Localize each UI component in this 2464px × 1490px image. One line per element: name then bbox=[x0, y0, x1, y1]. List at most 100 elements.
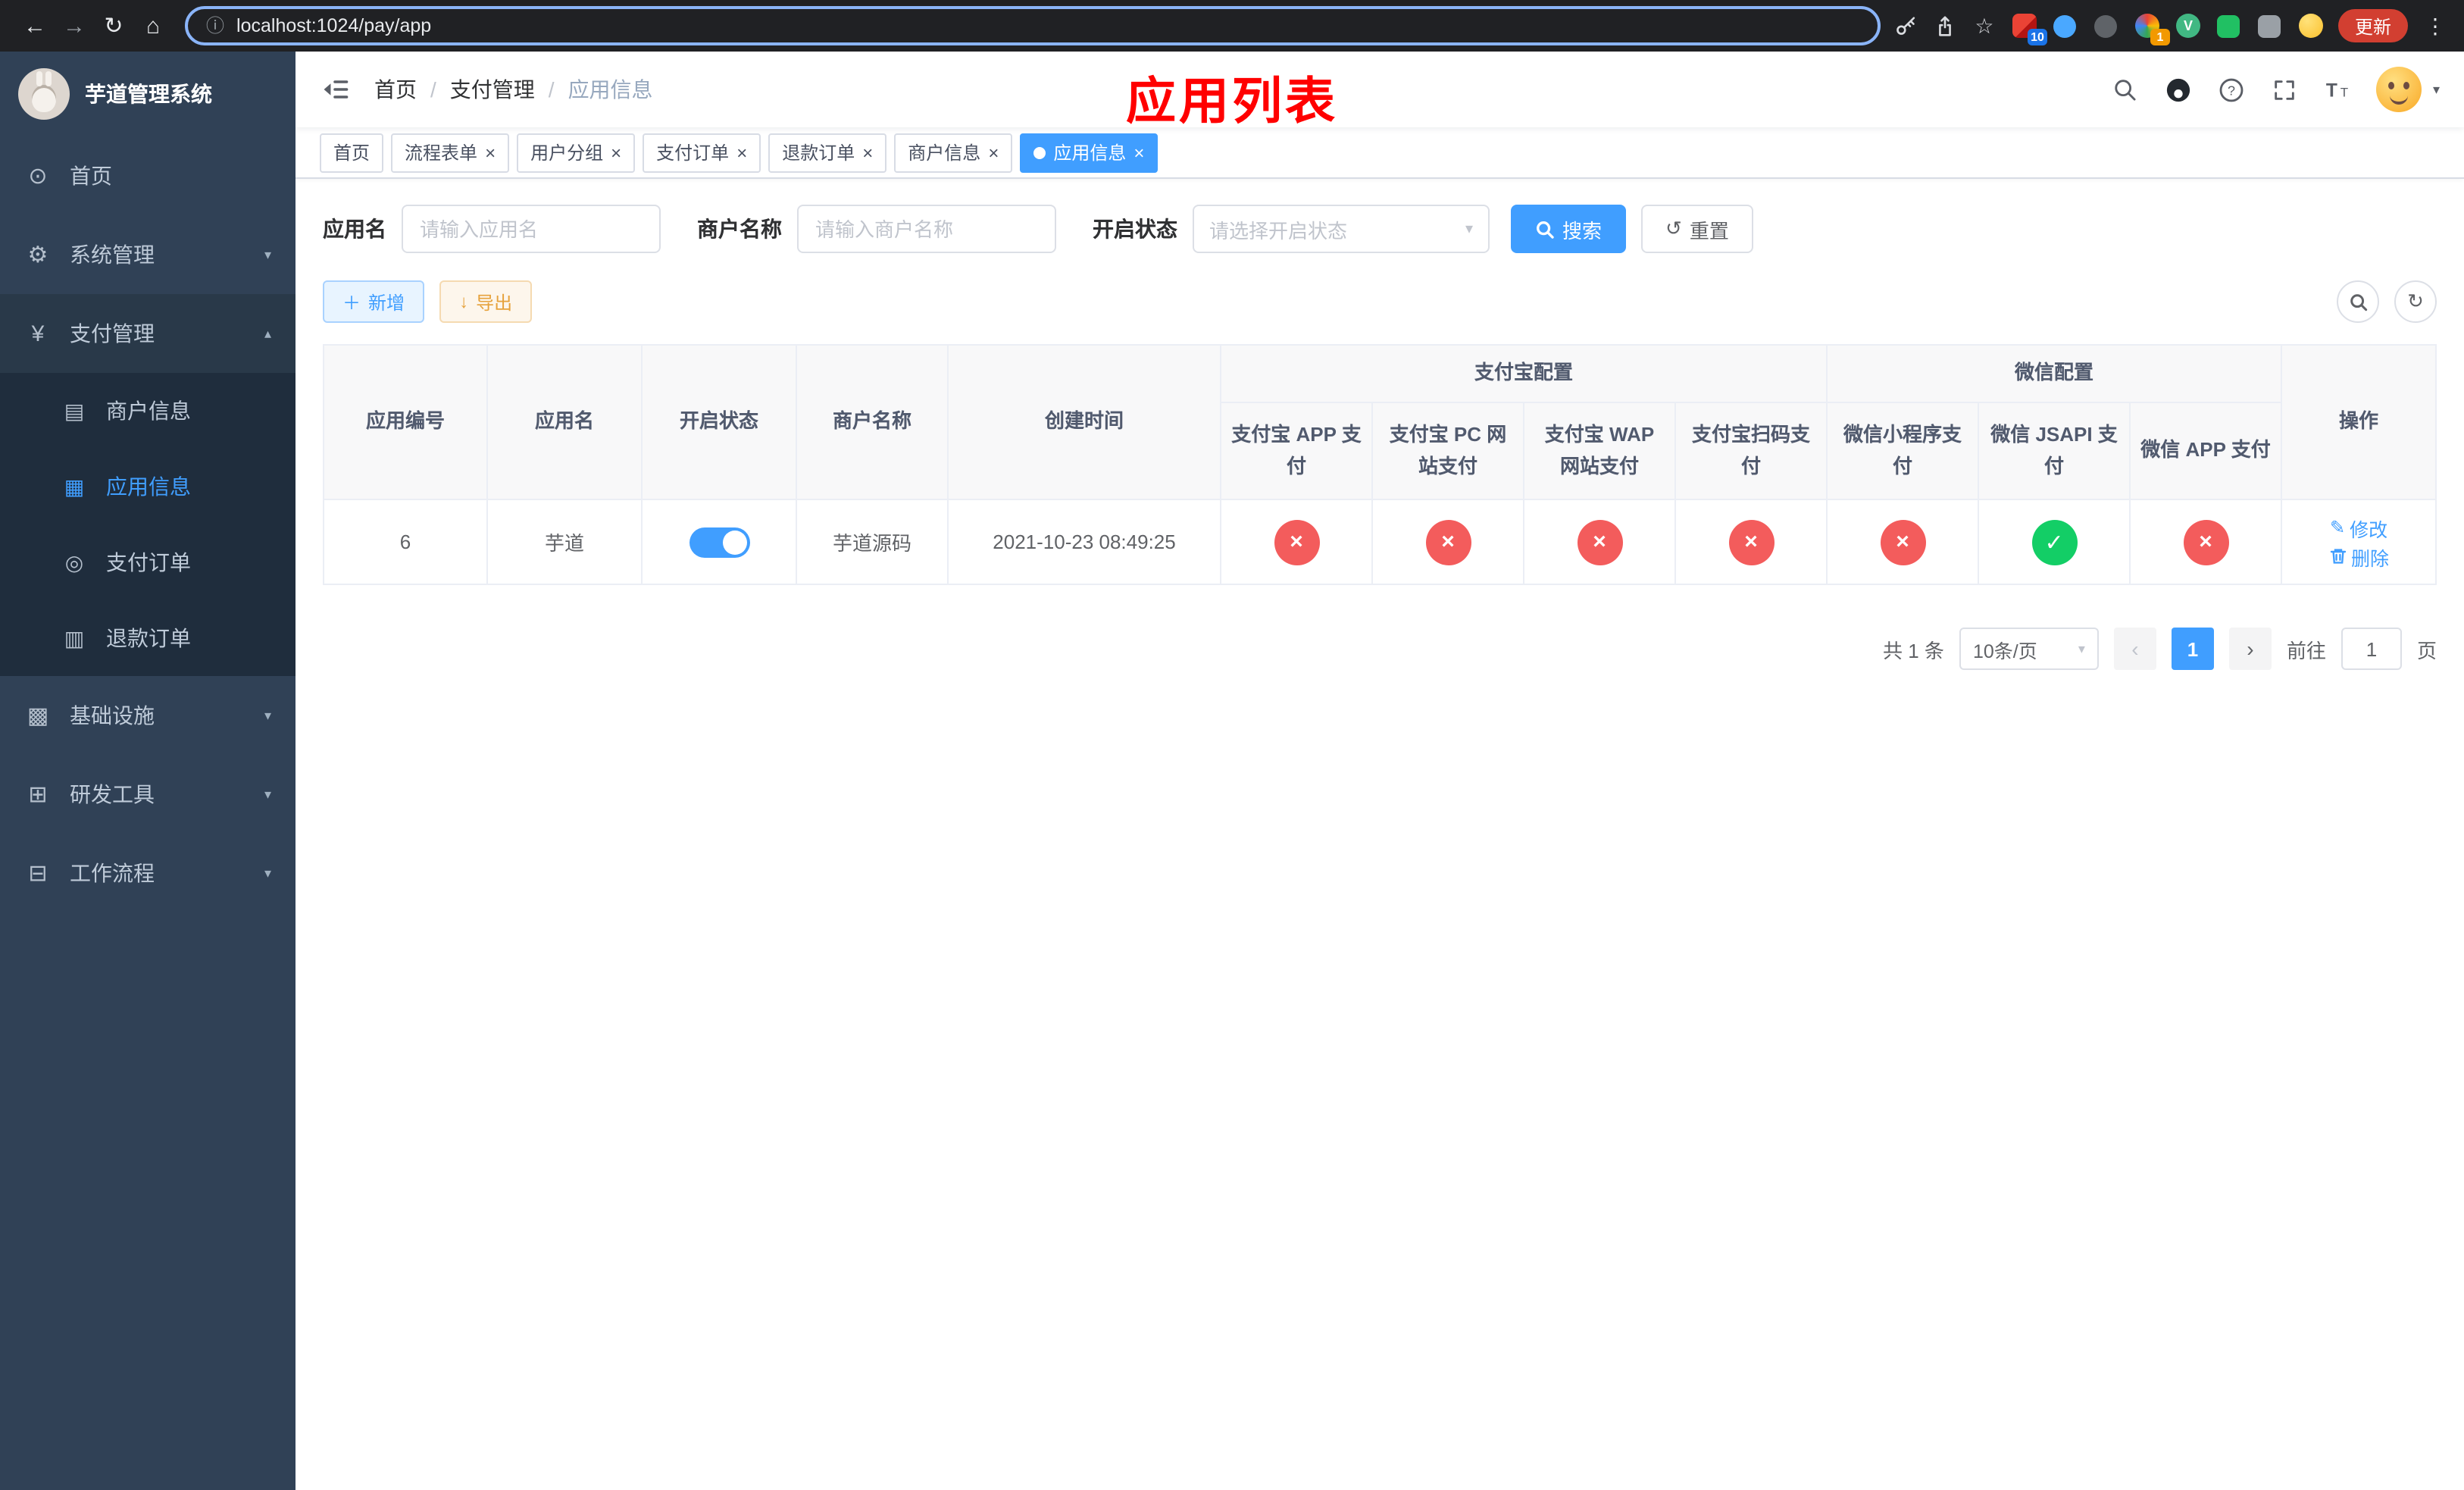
sidebar-item-app-info[interactable]: ▦ 应用信息 bbox=[0, 449, 295, 524]
next-page-button[interactable]: › bbox=[2228, 628, 2272, 670]
home-button[interactable]: ⌂ bbox=[133, 6, 173, 45]
sidebar-item-pay-order[interactable]: ◎ 支付订单 bbox=[0, 524, 295, 600]
sidebar-item-refund-order[interactable]: ▥ 退款订单 bbox=[0, 600, 295, 676]
channel-status-icon: × bbox=[1425, 519, 1471, 565]
tag-app-info[interactable]: 应用信息 × bbox=[1020, 133, 1159, 172]
extension-icon-emoji[interactable] bbox=[2297, 12, 2325, 39]
status-toggle[interactable] bbox=[689, 527, 749, 557]
col-created: 创建时间 bbox=[947, 344, 1221, 500]
goto-page-input[interactable] bbox=[2340, 628, 2402, 670]
search-icon[interactable] bbox=[2112, 76, 2139, 103]
col-wx-app: 微信 APP 支付 bbox=[2129, 402, 2283, 500]
sidebar-item-workflow[interactable]: ⊟ 工作流程 ▾ bbox=[0, 834, 295, 912]
bookmark-star-icon[interactable]: ☆ bbox=[1972, 13, 1997, 39]
cell-actions: ✎ 修改 删除 bbox=[2281, 499, 2437, 585]
extension-icon-drop[interactable] bbox=[2052, 12, 2079, 39]
tag-home[interactable]: 首页 bbox=[320, 133, 384, 172]
toggle-search-button[interactable] bbox=[2337, 280, 2379, 323]
svg-text:T: T bbox=[2340, 85, 2348, 99]
close-icon[interactable]: × bbox=[611, 143, 621, 161]
password-key-icon[interactable] bbox=[1893, 13, 1918, 39]
table-toolbar: ＋ 新增 ↓ 导出 ↻ bbox=[323, 280, 2437, 323]
breadcrumb-home[interactable]: 首页 bbox=[374, 74, 417, 105]
merchant-name-input[interactable] bbox=[797, 205, 1056, 253]
export-button[interactable]: ↓ 导出 bbox=[439, 280, 533, 323]
back-button[interactable]: ← bbox=[15, 6, 55, 45]
reload-button[interactable]: ↻ bbox=[94, 6, 133, 45]
close-icon[interactable]: × bbox=[988, 143, 999, 161]
tag-refund-order[interactable]: 退款订单 × bbox=[768, 133, 887, 172]
extension-icon-grid[interactable]: 10 bbox=[2011, 12, 2047, 45]
chevron-down-icon: ▾ bbox=[264, 865, 271, 880]
sidebar-item-merchant-info[interactable]: ▤ 商户信息 bbox=[0, 373, 295, 449]
app-logo-area: 芋道管理系统 bbox=[0, 52, 295, 136]
extension-icon-puzzle[interactable] bbox=[2256, 12, 2284, 39]
font-size-icon[interactable]: TT bbox=[2324, 76, 2351, 103]
close-icon[interactable]: × bbox=[736, 143, 747, 161]
delete-link[interactable]: 删除 bbox=[2328, 542, 2389, 571]
forward-button[interactable]: → bbox=[55, 6, 94, 45]
channel-status-icon: × bbox=[1880, 519, 1926, 565]
fullscreen-icon[interactable] bbox=[2271, 76, 2298, 103]
current-page-button[interactable]: 1 bbox=[2171, 628, 2214, 670]
chevron-down-icon: ▾ bbox=[264, 786, 271, 801]
page-size-select[interactable]: 10条/页 ▾ bbox=[1959, 628, 2099, 670]
address-bar[interactable]: ⓘ localhost:1024/pay/app bbox=[185, 6, 1881, 45]
chrome-menu-icon[interactable]: ⋮ bbox=[2422, 13, 2449, 39]
refresh-table-button[interactable]: ↻ bbox=[2394, 280, 2437, 323]
search-button[interactable]: 搜索 bbox=[1511, 205, 1627, 253]
channel-status-icon: × bbox=[1728, 519, 1774, 565]
col-wx-jsapi: 微信 JSAPI 支付 bbox=[1978, 402, 2131, 500]
prev-page-button[interactable]: ‹ bbox=[2113, 628, 2156, 670]
col-actions: 操作 bbox=[2281, 344, 2437, 500]
payment-submenu: ▤ 商户信息 ▦ 应用信息 ◎ 支付订单 ▥ 退款订单 bbox=[0, 373, 295, 676]
filter-form: 应用名 商户名称 开启状态 请选择开启状态 ▾ 搜索 ↺ 重置 bbox=[323, 205, 2437, 253]
app-logo-avatar bbox=[18, 68, 70, 120]
svg-text:?: ? bbox=[2228, 82, 2235, 97]
document-icon: ▥ bbox=[64, 625, 85, 650]
sidebar-item-infrastructure[interactable]: ▩ 基础设施 ▾ bbox=[0, 676, 295, 755]
sidebar-item-home[interactable]: ⊙ 首页 bbox=[0, 136, 295, 215]
col-wx-mini: 微信小程序支付 bbox=[1826, 402, 1980, 500]
grid-icon: ▦ bbox=[64, 474, 85, 498]
tag-user-group[interactable]: 用户分组 × bbox=[517, 133, 636, 172]
close-icon[interactable]: × bbox=[862, 143, 873, 161]
status-label: 开启状态 bbox=[1093, 217, 1177, 241]
extension-icon-colorful[interactable]: 1 bbox=[2134, 12, 2170, 45]
active-dot bbox=[1033, 146, 1046, 158]
reset-button[interactable]: ↺ 重置 bbox=[1641, 205, 1753, 253]
extension-icon-vue[interactable]: V bbox=[2175, 12, 2202, 39]
sidebar-item-dev-tools[interactable]: ⊞ 研发工具 ▾ bbox=[0, 755, 295, 834]
user-avatar[interactable] bbox=[2376, 67, 2422, 112]
tag-process-form[interactable]: 流程表单 × bbox=[391, 133, 510, 172]
tag-merchant-info[interactable]: 商户信息 × bbox=[894, 133, 1013, 172]
extension-icon-dark[interactable] bbox=[2093, 12, 2120, 39]
top-navbar: 首页 / 支付管理 / 应用信息 ? TT ▾ bbox=[295, 52, 2464, 127]
tag-pay-order[interactable]: 支付订单 × bbox=[643, 133, 761, 172]
extension-icon-green-square[interactable] bbox=[2215, 12, 2243, 39]
col-merchant: 商户名称 bbox=[796, 344, 949, 500]
breadcrumb-payment[interactable]: 支付管理 bbox=[450, 74, 535, 105]
site-info-icon[interactable]: ⓘ bbox=[206, 17, 224, 35]
sidebar-fold-icon[interactable] bbox=[320, 74, 350, 105]
toolbox-icon: ⊞ bbox=[28, 782, 48, 808]
share-icon[interactable] bbox=[1932, 13, 1958, 39]
url-text: localhost:1024/pay/app bbox=[236, 15, 432, 36]
sidebar-item-system[interactable]: ⚙ 系统管理 ▾ bbox=[0, 215, 295, 294]
goto-label: 前往 bbox=[2286, 639, 2326, 662]
close-icon[interactable]: × bbox=[485, 143, 496, 161]
edit-link[interactable]: ✎ 修改 bbox=[2330, 513, 2387, 542]
chrome-update-button[interactable]: 更新 bbox=[2337, 9, 2408, 42]
add-button[interactable]: ＋ 新增 bbox=[323, 280, 425, 323]
chevron-down-icon[interactable]: ▾ bbox=[2433, 81, 2440, 98]
help-icon[interactable]: ? bbox=[2218, 76, 2245, 103]
app-name-input[interactable] bbox=[402, 205, 661, 253]
edit-pencil-icon: ✎ bbox=[2329, 517, 2346, 538]
page-unit-label: 页 bbox=[2416, 639, 2437, 662]
github-icon[interactable] bbox=[2165, 76, 2192, 103]
main-content: 应用名 商户名称 开启状态 请选择开启状态 ▾ 搜索 ↺ 重置 ＋ bbox=[295, 179, 2464, 1490]
chevron-down-icon: ▾ bbox=[2078, 640, 2085, 656]
status-select[interactable]: 请选择开启状态 ▾ bbox=[1193, 205, 1490, 253]
sidebar-item-payment[interactable]: ¥ 支付管理 ▴ bbox=[0, 294, 295, 373]
close-icon[interactable]: × bbox=[1134, 143, 1144, 161]
